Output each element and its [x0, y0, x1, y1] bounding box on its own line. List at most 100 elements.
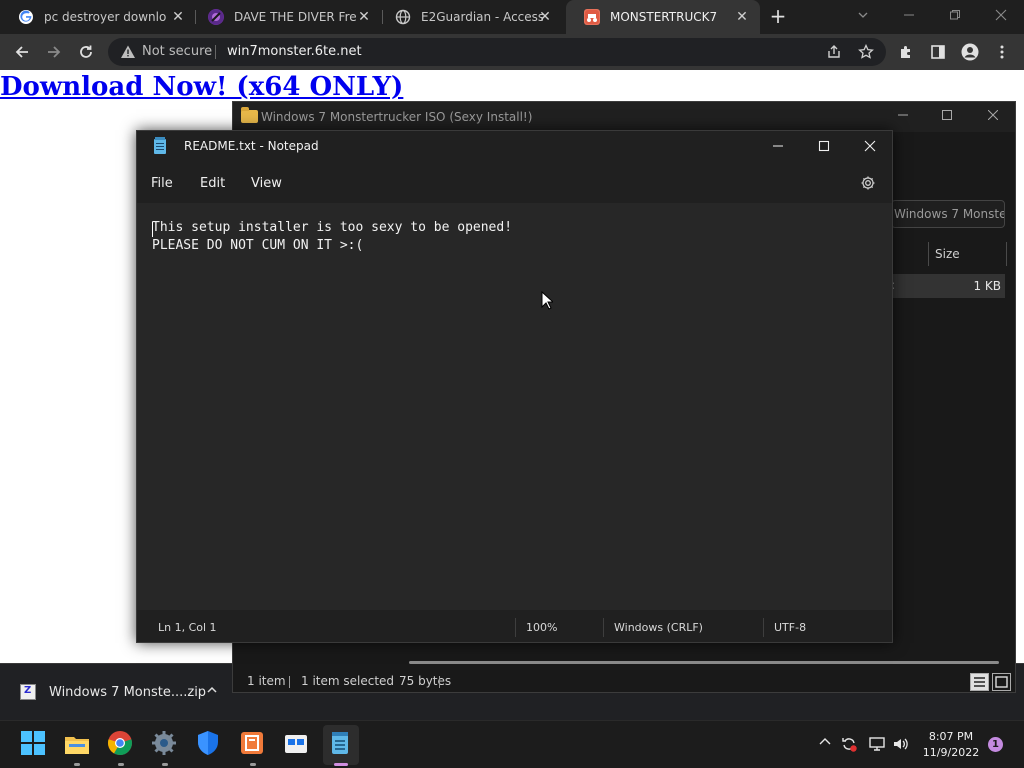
tab-dave-the-diver[interactable]: DAVE THE DIVER Free D ✕: [190, 0, 382, 34]
warning-icon[interactable]: [120, 44, 136, 60]
encoding: UTF-8: [774, 621, 807, 634]
download-file-name: Windows 7 Monste....zip: [49, 684, 207, 700]
menu-view[interactable]: View: [251, 176, 282, 191]
text-line: PLEASE DO NOT CUM ON IT >:(: [152, 238, 364, 253]
running-indicator: [250, 763, 256, 766]
running-indicator: [162, 763, 168, 766]
file-explorer-icon[interactable]: [63, 730, 91, 758]
explorer-search-input[interactable]: Windows 7 Monstertr...: [891, 200, 1005, 228]
chevron-up-icon[interactable]: [205, 684, 219, 700]
windows-security-icon[interactable]: [195, 730, 223, 758]
gear-icon[interactable]: [859, 175, 877, 193]
clock-date: 11/9/2022: [922, 746, 980, 759]
tiles-view-icon[interactable]: [992, 673, 1011, 691]
share-icon[interactable]: [823, 41, 845, 63]
more-menu-icon[interactable]: [991, 41, 1013, 63]
side-panel-icon[interactable]: [927, 41, 949, 63]
folder-icon: [241, 107, 258, 123]
menu-file[interactable]: File: [151, 176, 173, 191]
notepad-menu-bar: File Edit View: [137, 167, 892, 199]
zip-file-icon: [20, 684, 36, 700]
start-icon[interactable]: [20, 730, 48, 758]
close-icon[interactable]: [847, 131, 893, 161]
explorer-title-bar[interactable]: Windows 7 Monstertrucker ISO (Sexy Insta…: [233, 102, 1015, 132]
notification-badge[interactable]: 1: [988, 737, 1003, 752]
close-window-icon[interactable]: [978, 0, 1024, 30]
column-divider[interactable]: [928, 242, 929, 266]
explorer-title: Windows 7 Monstertrucker ISO (Sexy Insta…: [261, 110, 533, 124]
sync-error-icon[interactable]: [840, 735, 858, 753]
minimize-icon[interactable]: [886, 0, 932, 30]
bookmark-star-icon[interactable]: [855, 41, 877, 63]
chevron-up-icon[interactable]: [816, 735, 834, 753]
network-icon[interactable]: [868, 735, 886, 753]
tab-label: DAVE THE DIVER Free D: [234, 10, 356, 24]
notepad-text-area[interactable]: This setup installer is too sexy to be o…: [137, 203, 892, 610]
notepad-icon: [154, 137, 166, 154]
restore-icon[interactable]: [932, 0, 978, 30]
tab-monstertruck7[interactable]: MONSTERTRUCK7 ✕: [566, 0, 760, 34]
monstertruck-icon: [584, 9, 600, 25]
maximize-icon[interactable]: [927, 106, 967, 128]
tab-search-chevron-icon[interactable]: [840, 0, 886, 30]
url-divider: [215, 45, 216, 59]
forward-button[interactable]: [43, 41, 65, 63]
download-now-link[interactable]: Download Now! (x64 ONLY): [0, 72, 403, 102]
close-icon[interactable]: ✕: [170, 9, 186, 25]
profile-avatar-icon[interactable]: [959, 41, 981, 63]
google-g-icon: [18, 9, 34, 25]
close-icon[interactable]: [973, 106, 1013, 128]
close-icon[interactable]: ✕: [537, 9, 553, 25]
microsoft-store-icon[interactable]: [283, 730, 311, 758]
status-divider: [763, 618, 764, 637]
running-indicator: [74, 763, 80, 766]
column-divider[interactable]: [1006, 242, 1007, 266]
notepad-title-bar[interactable]: README.txt - Notepad: [137, 131, 892, 163]
status-selected-size: 75 bytes: [399, 674, 452, 688]
chrome-icon[interactable]: [107, 730, 135, 758]
app-installer-icon[interactable]: [239, 730, 267, 758]
download-item[interactable]: Windows 7 Monste....zip: [20, 684, 206, 700]
new-tab-button[interactable]: +: [767, 6, 789, 28]
menu-edit[interactable]: Edit: [200, 176, 225, 191]
size-column-header[interactable]: Size: [935, 247, 960, 261]
volume-icon[interactable]: [892, 735, 910, 753]
browser-toolbar: Not secure win7monster.6te.net: [0, 34, 1024, 70]
status-divider: [515, 618, 516, 637]
active-indicator: [334, 763, 348, 766]
notepad-title: README.txt - Notepad: [184, 139, 319, 153]
security-status[interactable]: Not secure: [142, 44, 212, 59]
status-divider: [439, 676, 440, 688]
settings-icon[interactable]: [151, 730, 179, 758]
minimize-icon[interactable]: [883, 106, 923, 128]
close-icon[interactable]: ✕: [356, 9, 372, 25]
mouse-pointer-icon: [541, 290, 555, 310]
browser-tab-strip: pc destroyer download ✕ DAVE THE DIVER F…: [0, 0, 1024, 34]
close-icon[interactable]: ✕: [734, 9, 750, 25]
maximize-icon[interactable]: [801, 131, 847, 161]
clock-time: 8:07 PM: [928, 730, 974, 743]
notepad-status-bar: Ln 1, Col 1 100% Windows (CRLF) UTF-8: [137, 613, 892, 642]
file-size: 1 KB: [973, 279, 1001, 293]
minimize-icon[interactable]: [755, 131, 801, 161]
url-text[interactable]: win7monster.6te.net: [227, 44, 362, 59]
reload-button[interactable]: [75, 41, 97, 63]
details-view-icon[interactable]: [970, 673, 989, 691]
globe-icon: [395, 9, 411, 25]
notepad-window: README.txt - Notepad File Edit View This…: [136, 130, 893, 643]
status-item-count: 1 item: [247, 674, 286, 688]
tab-label: E2Guardian - Access De: [421, 10, 543, 24]
extensions-puzzle-icon[interactable]: [895, 41, 917, 63]
notepad-icon[interactable]: [327, 730, 355, 758]
tab-pc-destroyer[interactable]: pc destroyer download ✕: [0, 0, 196, 34]
taskbar: 8:07 PM 11/9/2022 1: [0, 720, 1024, 768]
text-line: This setup installer is too sexy to be o…: [152, 220, 513, 235]
tab-e2guardian[interactable]: E2Guardian - Access De ✕: [377, 0, 563, 34]
address-bar[interactable]: Not secure win7monster.6te.net: [108, 38, 886, 66]
system-clock[interactable]: 8:07 PM 11/9/2022: [922, 729, 980, 761]
file-row[interactable]: : 1 KB: [887, 274, 1005, 298]
zoom-level[interactable]: 100%: [526, 621, 557, 634]
back-button[interactable]: [11, 41, 33, 63]
cursor-position: Ln 1, Col 1: [158, 621, 217, 634]
horizontal-scrollbar[interactable]: [409, 661, 999, 664]
